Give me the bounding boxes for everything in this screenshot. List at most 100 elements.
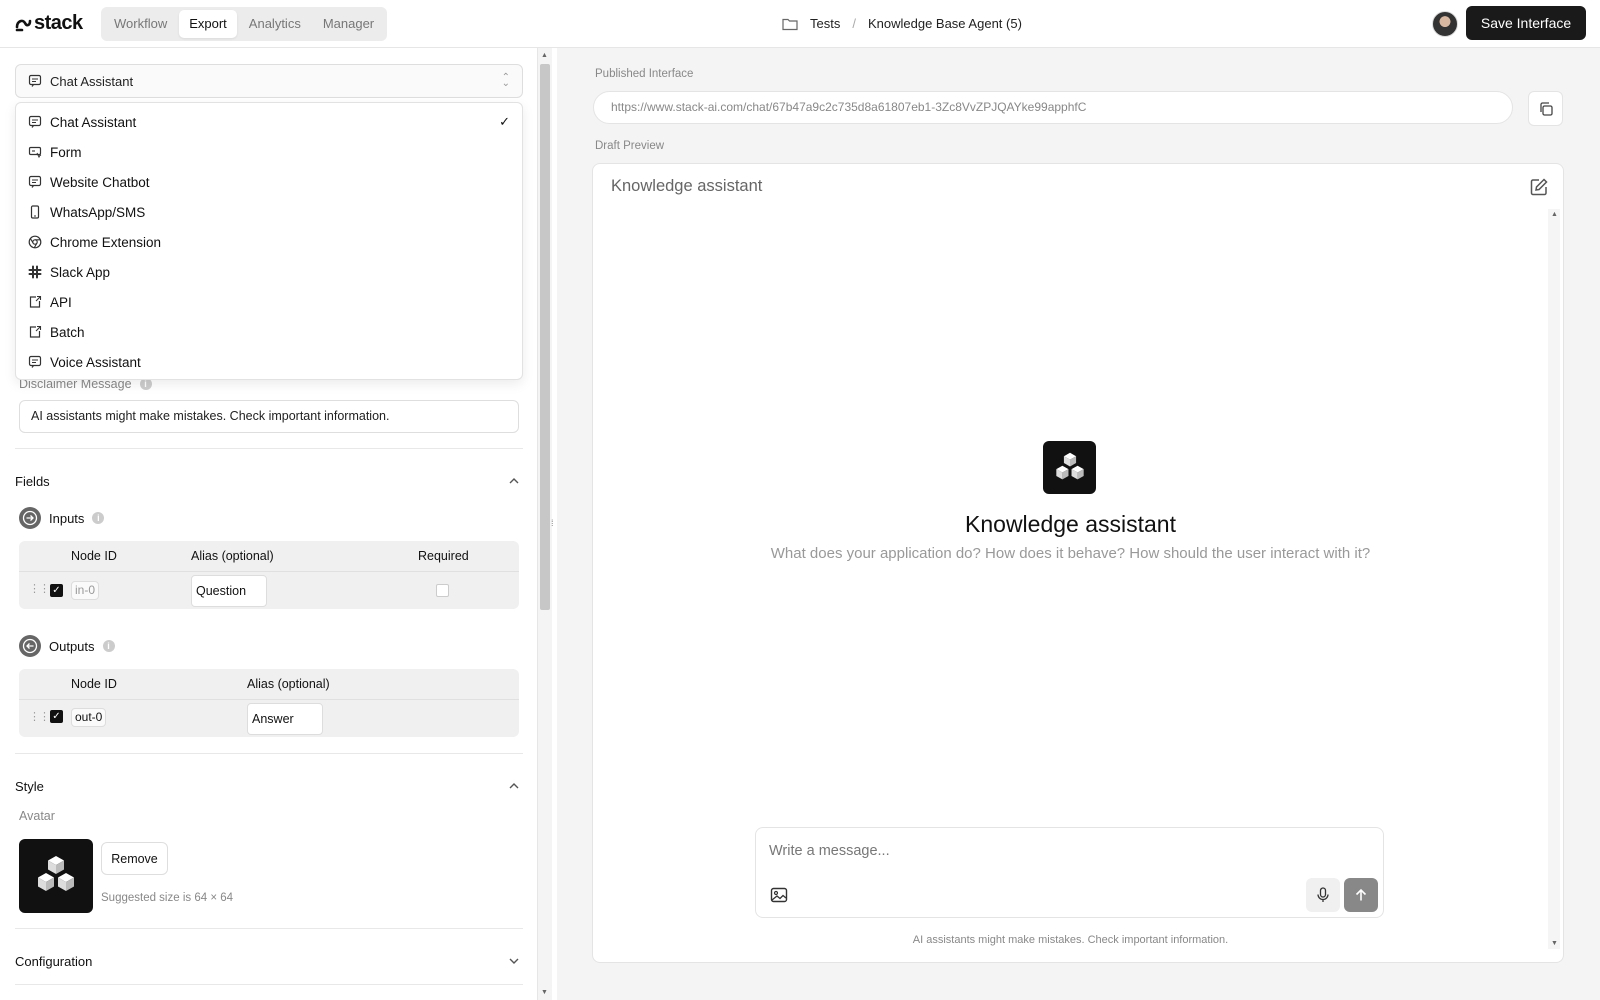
option-chrome-extension[interactable]: Chrome Extension <box>16 227 522 257</box>
export-type-value: Chat Assistant <box>50 73 134 89</box>
stack-logo-icon <box>15 19 32 31</box>
preview-title: Knowledge assistant <box>611 177 763 195</box>
breadcrumb-folder[interactable]: Tests <box>810 16 840 31</box>
option-slack-app[interactable]: Slack App <box>16 257 522 287</box>
nav-tabs: Workflow Export Analytics Manager <box>101 7 388 41</box>
inputs-header: Inputs i <box>19 507 105 529</box>
tab-export[interactable]: Export <box>179 10 237 38</box>
send-button[interactable] <box>1344 878 1378 912</box>
api-icon <box>29 295 42 308</box>
option-label: Slack App <box>50 264 111 280</box>
assistant-logo <box>1043 441 1096 494</box>
slack-icon <box>28 265 42 279</box>
message-composer: Write a message... <box>755 827 1384 918</box>
remove-avatar-button[interactable]: Remove <box>101 842 168 875</box>
input-arrow-icon <box>19 507 41 529</box>
info-icon[interactable]: i <box>102 640 115 652</box>
chat-disclaimer: AI assistants might make mistakes. Check… <box>912 934 1229 946</box>
fields-section-title[interactable]: Fields <box>15 474 50 489</box>
stack-logo[interactable]: stack <box>14 12 83 35</box>
breadcrumb: Tests / Knowledge Base Agent (5) <box>782 16 1022 31</box>
column-header: Required <box>418 549 469 563</box>
export-type-select[interactable]: Chat Assistant ⌃ ⌄ <box>15 64 523 98</box>
option-form[interactable]: Form <box>16 137 522 167</box>
option-label: Form <box>50 144 82 160</box>
breadcrumb-project[interactable]: Knowledge Base Agent (5) <box>868 16 1022 31</box>
arrow-up-icon <box>1355 888 1367 901</box>
draft-preview-panel: Knowledge assistant ▲ ▼ Knowledge assist… <box>592 163 1564 963</box>
option-whatsapp-sms[interactable]: WhatsApp/SMS <box>16 197 522 227</box>
column-header: Alias (optional) <box>247 677 330 691</box>
form-icon <box>28 146 42 159</box>
cubes-logo-icon <box>38 856 74 891</box>
divider <box>15 448 523 449</box>
tab-analytics[interactable]: Analytics <box>239 10 311 38</box>
tab-workflow[interactable]: Workflow <box>104 10 177 38</box>
outputs-header: Outputs i <box>19 635 115 657</box>
output-alias-field[interactable]: Answer <box>247 703 323 735</box>
save-interface-button[interactable]: Save Interface <box>1466 6 1586 40</box>
option-label: Chrome Extension <box>50 234 162 250</box>
divider <box>15 928 523 929</box>
assistant-avatar[interactable] <box>19 839 93 913</box>
copy-url-button[interactable] <box>1528 91 1563 126</box>
select-chevrons-icon: ⌃ ⌄ <box>501 72 510 89</box>
configuration-section-title[interactable]: Configuration <box>15 954 92 969</box>
scroll-down-icon[interactable]: ▼ <box>541 989 548 996</box>
disclaimer-input[interactable]: AI assistants might make mistakes. Check… <box>19 400 519 433</box>
required-checkbox[interactable] <box>436 584 449 597</box>
input-node-id: in-0 <box>71 581 100 600</box>
inputs-table: Node ID Alias (optional) Required ⋮⋮ ✓ i… <box>19 541 519 609</box>
chevron-up-icon[interactable] <box>508 475 520 487</box>
output-enabled-checkbox[interactable]: ✓ <box>50 710 63 723</box>
option-label: Batch <box>50 324 85 340</box>
top-bar: stack Workflow Export Analytics Manager … <box>0 0 1600 48</box>
scroll-up-icon[interactable]: ▲ <box>1551 211 1558 218</box>
microphone-button[interactable] <box>1306 878 1340 912</box>
check-icon: ✓ <box>499 114 510 129</box>
inputs-title: Inputs <box>49 510 85 526</box>
logo-text: stack <box>34 12 83 34</box>
left-panel-scrollbar[interactable]: ▲ ▼ <box>538 48 552 1000</box>
option-label: Voice Assistant <box>50 354 141 370</box>
chrome-icon <box>28 235 42 249</box>
option-api[interactable]: API <box>16 287 522 317</box>
output-node-id: out-0 <box>71 708 107 727</box>
chat-icon <box>28 175 42 188</box>
tab-manager[interactable]: Manager <box>313 10 384 38</box>
info-icon[interactable]: i <box>92 512 105 524</box>
row-divider <box>19 699 519 700</box>
chat-icon <box>28 355 42 368</box>
cubes-logo-icon <box>1055 452 1084 479</box>
chat-icon <box>28 74 42 87</box>
option-chat-assistant[interactable]: Chat Assistant ✓ <box>16 107 522 137</box>
column-header: Alias (optional) <box>191 549 274 563</box>
message-input[interactable]: Write a message... <box>769 843 890 859</box>
input-alias-field[interactable]: Question <box>191 575 267 607</box>
input-enabled-checkbox[interactable]: ✓ <box>50 584 63 597</box>
assistant-name: Knowledge assistant <box>965 511 1176 537</box>
divider <box>15 753 523 754</box>
output-arrow-icon <box>19 635 41 657</box>
assistant-description: What does your application do? How does … <box>770 545 1371 562</box>
image-upload-icon[interactable] <box>770 886 788 904</box>
preview-scrollbar[interactable]: ▲ ▼ <box>1548 209 1560 949</box>
option-voice-assistant[interactable]: Voice Assistant <box>16 347 522 377</box>
chevron-down-icon[interactable] <box>508 955 520 967</box>
published-url-field[interactable]: https://www.stack-ai.com/chat/67b47a9c2c… <box>593 91 1513 124</box>
scroll-thumb[interactable] <box>540 64 550 610</box>
divider <box>15 984 523 985</box>
scroll-up-icon[interactable]: ▲ <box>541 52 548 59</box>
drag-handle-icon[interactable]: ⋮⋮ <box>29 710 50 723</box>
folder-icon <box>782 18 798 30</box>
user-avatar[interactable] <box>1432 11 1458 37</box>
scroll-down-icon[interactable]: ▼ <box>1551 940 1558 947</box>
option-batch[interactable]: Batch <box>16 317 522 347</box>
edit-icon[interactable] <box>1529 177 1549 197</box>
drag-handle-icon[interactable]: ⋮⋮ <box>29 582 50 595</box>
column-header: Node ID <box>71 677 117 691</box>
style-section-title[interactable]: Style <box>15 779 44 794</box>
chevron-up-icon[interactable] <box>508 780 520 792</box>
option-website-chatbot[interactable]: Website Chatbot <box>16 167 522 197</box>
export-type-dropdown: Chat Assistant ✓ Form Website Chatbot Wh… <box>15 102 523 380</box>
